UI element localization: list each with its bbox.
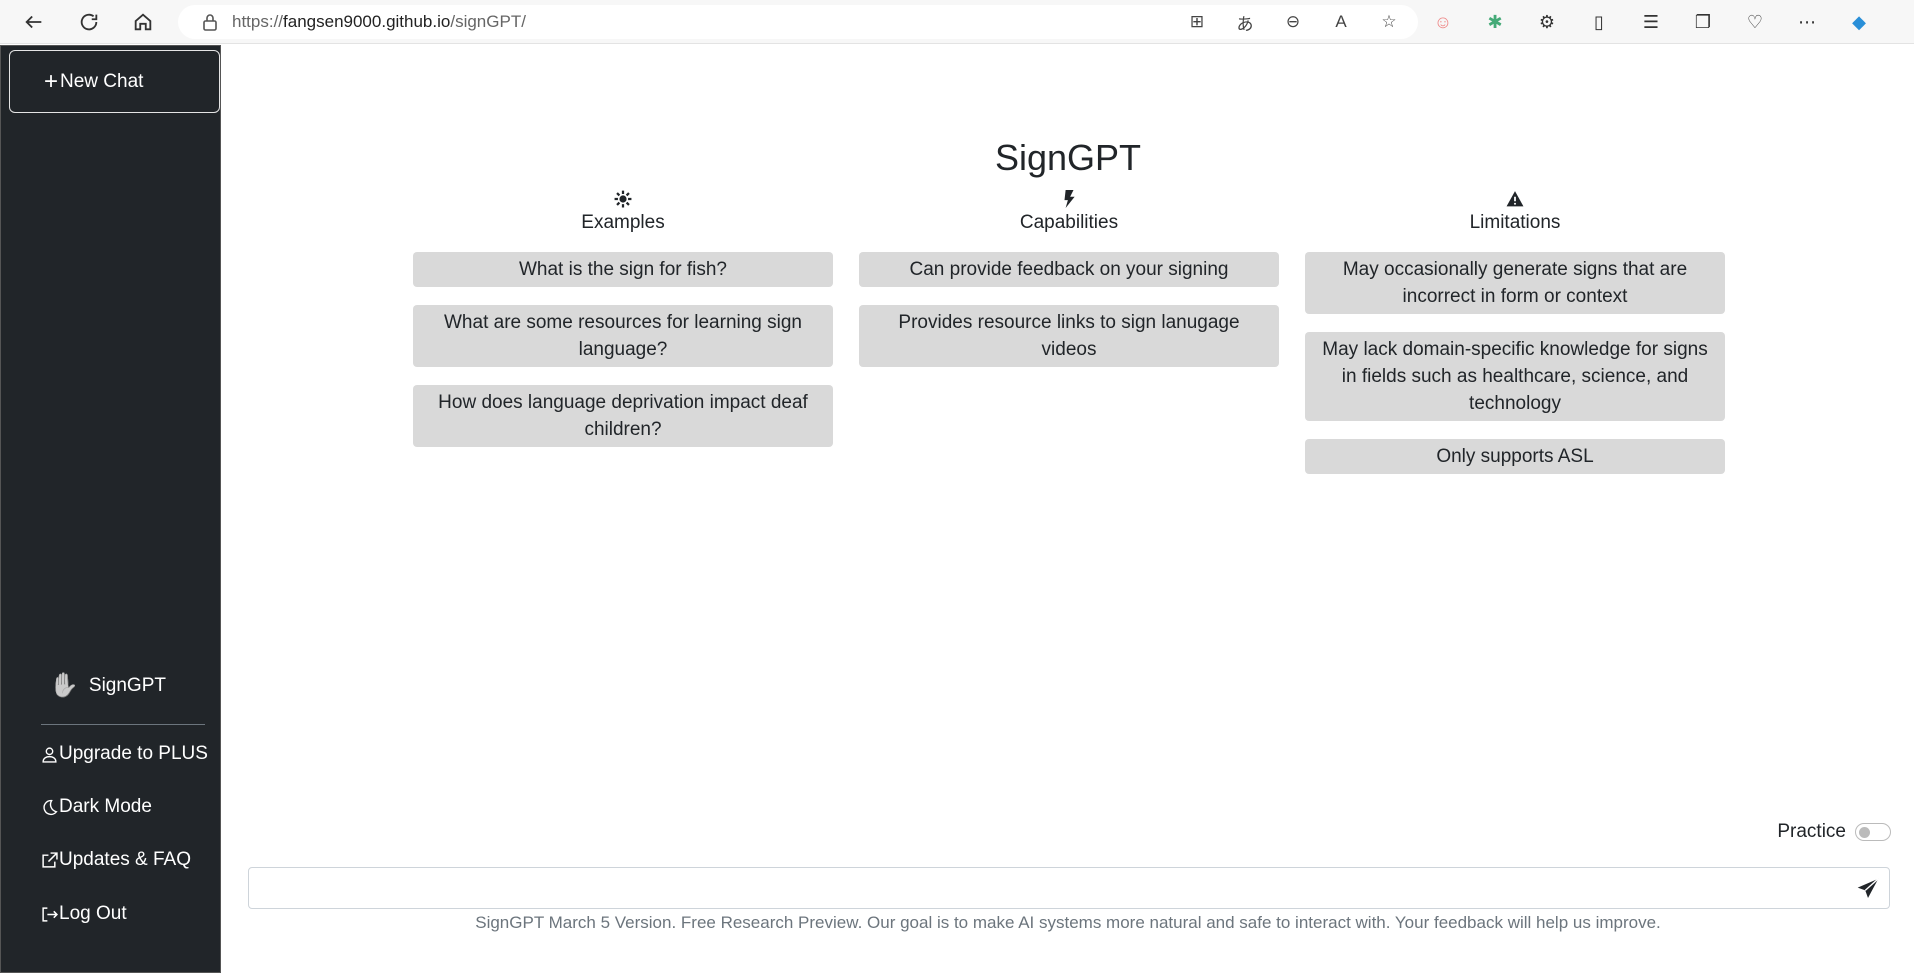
home-icon[interactable]	[123, 2, 163, 42]
refresh-icon[interactable]	[69, 2, 109, 42]
logout-icon	[42, 906, 58, 922]
practice-toggle[interactable]	[1855, 823, 1891, 841]
chat-input[interactable]	[248, 867, 1890, 909]
health-icon[interactable]: ♡	[1742, 9, 1768, 35]
sidebar-item-label: Log Out	[59, 903, 127, 924]
new-chat-label: New Chat	[60, 70, 144, 92]
copilot-icon[interactable]: ◆	[1846, 9, 1872, 35]
extensions-puzzle-icon[interactable]: ⚙	[1534, 9, 1560, 35]
column-capabilities: Capabilities Can provide feedback on you…	[859, 188, 1279, 367]
column-heading: Limitations	[1469, 212, 1561, 233]
warning-icon	[1305, 188, 1725, 210]
sidebar-item-dark-mode[interactable]: Dark Mode	[41, 796, 152, 818]
lock-icon	[203, 14, 217, 31]
sidebar-item-log-out[interactable]: Log Out	[41, 903, 127, 925]
zoom-out-icon[interactable]: ⊖	[1282, 11, 1304, 33]
extension-star-icon[interactable]: ✱	[1482, 9, 1508, 35]
sidebar-item-upgrade[interactable]: Upgrade to PLUS	[41, 743, 208, 765]
brand-label: SignGPT	[88, 674, 166, 696]
split-screen-icon[interactable]: ▯	[1586, 9, 1612, 35]
sidebar-item-label: Updates & FAQ	[59, 849, 192, 870]
lightning-icon	[859, 188, 1279, 210]
main-panel: SignGPT Examples What is the sign for fi…	[222, 45, 1914, 973]
column-heading: Capabilities	[1019, 212, 1119, 233]
translate-icon[interactable]: あ	[1234, 11, 1256, 34]
example-card[interactable]: What is the sign for fish?	[413, 252, 833, 287]
new-chat-button[interactable]: + New Chat	[9, 50, 220, 113]
favorite-star-icon[interactable]: ☆	[1378, 11, 1400, 33]
moon-icon	[43, 799, 58, 815]
example-card[interactable]: What are some resources for learning sig…	[413, 305, 833, 367]
limitation-card: May occasionally generate signs that are…	[1305, 252, 1725, 314]
app-available-icon[interactable]: ⊞	[1186, 11, 1208, 33]
plus-icon: +	[44, 67, 59, 95]
url-text: https://fangsen9000.github.io/signGPT/	[232, 12, 526, 31]
footer-disclaimer: SignGPT March 5 Version. Free Research P…	[475, 913, 1661, 932]
sidebar-item-label: Upgrade to PLUS	[59, 743, 208, 764]
sidebar-brand: ✋ SignGPT	[49, 671, 166, 700]
column-examples: Examples What is the sign for fish? What…	[413, 188, 833, 447]
extension-cat-icon[interactable]: ☺	[1430, 9, 1456, 35]
favorites-icon[interactable]: ☰	[1638, 9, 1664, 35]
sidebar: + New Chat ✋ SignGPT Upgrade to PLUS Dar…	[0, 45, 221, 973]
browser-toolbar: https://fangsen9000.github.io/signGPT/ ⊞…	[0, 0, 1914, 44]
practice-label: Practice	[1777, 821, 1846, 842]
send-icon[interactable]	[1857, 878, 1879, 900]
column-limitations: Limitations May occasionally generate si…	[1305, 188, 1725, 474]
sidebar-item-updates-faq[interactable]: Updates & FAQ	[41, 849, 191, 871]
capability-card: Can provide feedback on your signing	[859, 252, 1279, 287]
page-title: SignGPT	[994, 137, 1142, 178]
practice-toggle-group: Practice	[1777, 821, 1891, 843]
limitation-card: May lack domain-specific knowledge for s…	[1305, 332, 1725, 421]
limitation-card: Only supports ASL	[1305, 439, 1725, 474]
read-aloud-icon[interactable]: A	[1330, 11, 1352, 33]
person-icon	[42, 746, 57, 763]
hand-wave-icon: ✋	[49, 672, 79, 699]
column-heading: Examples	[581, 212, 665, 233]
address-bar[interactable]: https://fangsen9000.github.io/signGPT/ ⊞…	[178, 5, 1418, 39]
collections-icon[interactable]: ❐	[1690, 9, 1716, 35]
sidebar-item-label: Dark Mode	[59, 796, 152, 817]
more-menu-icon[interactable]: ⋯	[1794, 9, 1820, 35]
example-card[interactable]: How does language deprivation impact dea…	[413, 385, 833, 447]
sidebar-divider	[41, 724, 205, 725]
external-link-icon	[42, 851, 58, 868]
capability-card: Provides resource links to sign lanugage…	[859, 305, 1279, 367]
sun-icon	[413, 188, 833, 210]
back-icon[interactable]	[14, 2, 54, 42]
